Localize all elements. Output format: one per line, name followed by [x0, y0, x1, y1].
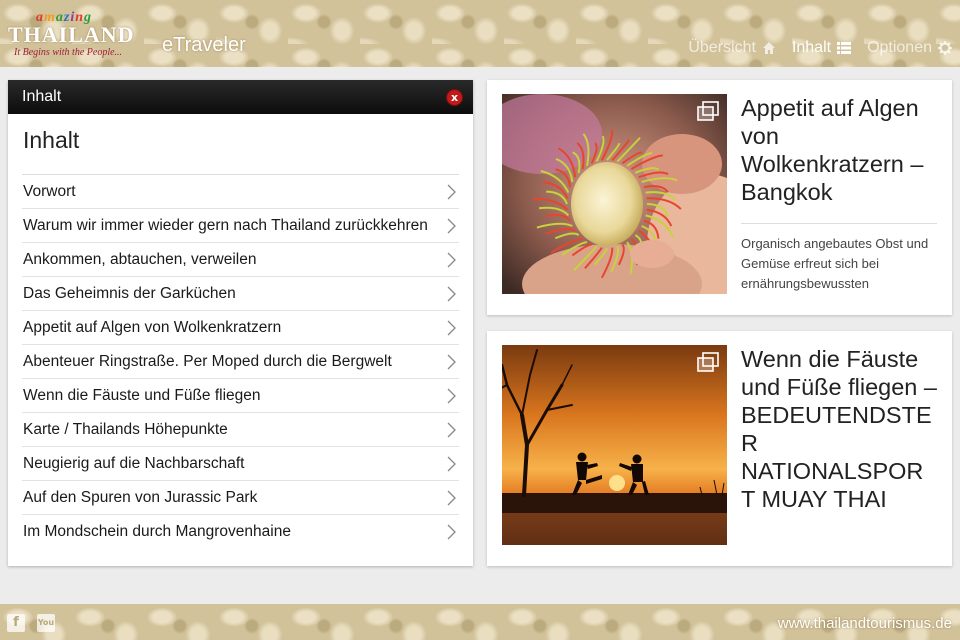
logo-brand: THAILAND [8, 22, 135, 47]
app-header: amazing THAILAND It Begins with the Peop… [0, 0, 960, 67]
chevron-right-icon [447, 218, 456, 233]
toc-item[interactable]: Das Geheimnis der Garküchen [22, 277, 459, 311]
toc-item-label: Das Geheimnis der Garküchen [23, 284, 236, 302]
toc-item[interactable]: Karte / Thailands Höhepunkte [22, 413, 459, 447]
card-title: Wenn die Fäuste und Füße fliegen – BEDEU… [741, 346, 937, 512]
toc-item[interactable]: Abenteuer Ringstraße. Per Moped durch di… [22, 345, 459, 379]
nav-options-label: Optionen [867, 39, 932, 56]
chevron-right-icon [447, 422, 456, 437]
chevron-right-icon [447, 354, 456, 369]
toc-item[interactable]: Appetit auf Algen von Wolkenkratzern [22, 311, 459, 345]
footer-website-link[interactable]: www.thailandtourismus.de [778, 615, 952, 632]
toc-item-label: Appetit auf Algen von Wolkenkratzern [23, 318, 282, 336]
close-icon: x [450, 91, 459, 104]
toc-list: Vorwort Warum wir immer wieder gern nach … [22, 175, 459, 549]
toc-item-label: Auf den Spuren von Jurassic Park [23, 488, 258, 506]
list-icon [837, 42, 852, 54]
chevron-right-icon [447, 252, 456, 267]
chevron-right-icon [447, 320, 456, 335]
youtube-icon[interactable]: You [37, 614, 55, 632]
chevron-right-icon [447, 286, 456, 301]
nav-options[interactable]: Optionen [867, 39, 952, 57]
gallery-icon [697, 101, 719, 121]
card-divider [741, 223, 937, 224]
article-card-muay-thai[interactable]: Wenn die Fäuste und Füße fliegen – BEDEU… [487, 331, 952, 566]
toc-item-label: Im Mondschein durch Mangrovenhaine [23, 523, 291, 540]
chevron-right-icon [447, 524, 456, 540]
toc-item-label: Ankommen, abtauchen, verweilen [23, 250, 257, 268]
toc-item-label: Wenn die Fäuste und Füße fliegen [23, 386, 261, 404]
chevron-right-icon [447, 490, 456, 505]
nav-contents-label: Inhalt [791, 39, 832, 56]
toc-item-label: Warum wir immer wieder gern nach Thailan… [23, 216, 428, 234]
amazing-thailand-logo: amazing THAILAND It Begins with the Peop… [8, 10, 148, 60]
app-name: eTraveler [162, 34, 246, 56]
table-of-contents-panel: Inhalt x Inhalt Vorwort Warum wir immer w… [8, 80, 473, 566]
logo-tagline: It Begins with the People... [14, 47, 123, 58]
gallery-icon [697, 352, 719, 372]
toc-item[interactable]: Ankommen, abtauchen, verweilen [22, 243, 459, 277]
toc-item-label: Vorwort [23, 182, 76, 200]
rambutan-photo [502, 94, 727, 294]
article-card-algen[interactable]: Appetit auf Algen von Wolkenkratzern – B… [487, 80, 952, 315]
toc-title-bar: Inhalt x [8, 80, 473, 114]
toc-heading: Inhalt [23, 127, 80, 153]
app-footer: f You www.thailandtourismus.de [0, 604, 960, 640]
toc-item[interactable]: Auf den Spuren von Jurassic Park [22, 481, 459, 515]
chevron-right-icon [447, 184, 456, 199]
toc-item[interactable]: Im Mondschein durch Mangrovenhaine [22, 515, 459, 549]
gear-icon [938, 41, 952, 55]
close-button[interactable]: x [446, 89, 463, 106]
toc-item-label: Karte / Thailands Höhepunkte [23, 420, 228, 438]
toc-item-label: Abenteuer Ringstraße. Per Moped durch di… [23, 352, 392, 370]
nav-overview[interactable]: Übersicht [688, 39, 776, 57]
toc-item[interactable]: Warum wir immer wieder gern nach Thailan… [22, 209, 459, 243]
toc-item-label: Neugierig auf die Nachbarschaft [23, 454, 245, 472]
card-title: Appetit auf Algen von Wolkenkratzern – B… [741, 95, 924, 205]
top-navigation: Übersicht Inhalt Optionen [688, 39, 952, 57]
home-icon [762, 42, 775, 54]
chevron-right-icon [447, 388, 456, 403]
toc-item[interactable]: Wenn die Fäuste und Füße fliegen [22, 379, 459, 413]
card-description: Organisch angebautes Obst und Gemüse erf… [741, 236, 929, 291]
chevron-right-icon [447, 456, 456, 471]
toc-item[interactable]: Vorwort [22, 175, 459, 209]
toc-bar-title: Inhalt [22, 88, 62, 105]
muay-thai-sunset-photo [502, 345, 727, 545]
nav-overview-label: Übersicht [688, 39, 756, 56]
toc-item[interactable]: Neugierig auf die Nachbarschaft [22, 447, 459, 481]
facebook-icon[interactable]: f [7, 614, 25, 632]
nav-contents[interactable]: Inhalt [791, 39, 852, 57]
